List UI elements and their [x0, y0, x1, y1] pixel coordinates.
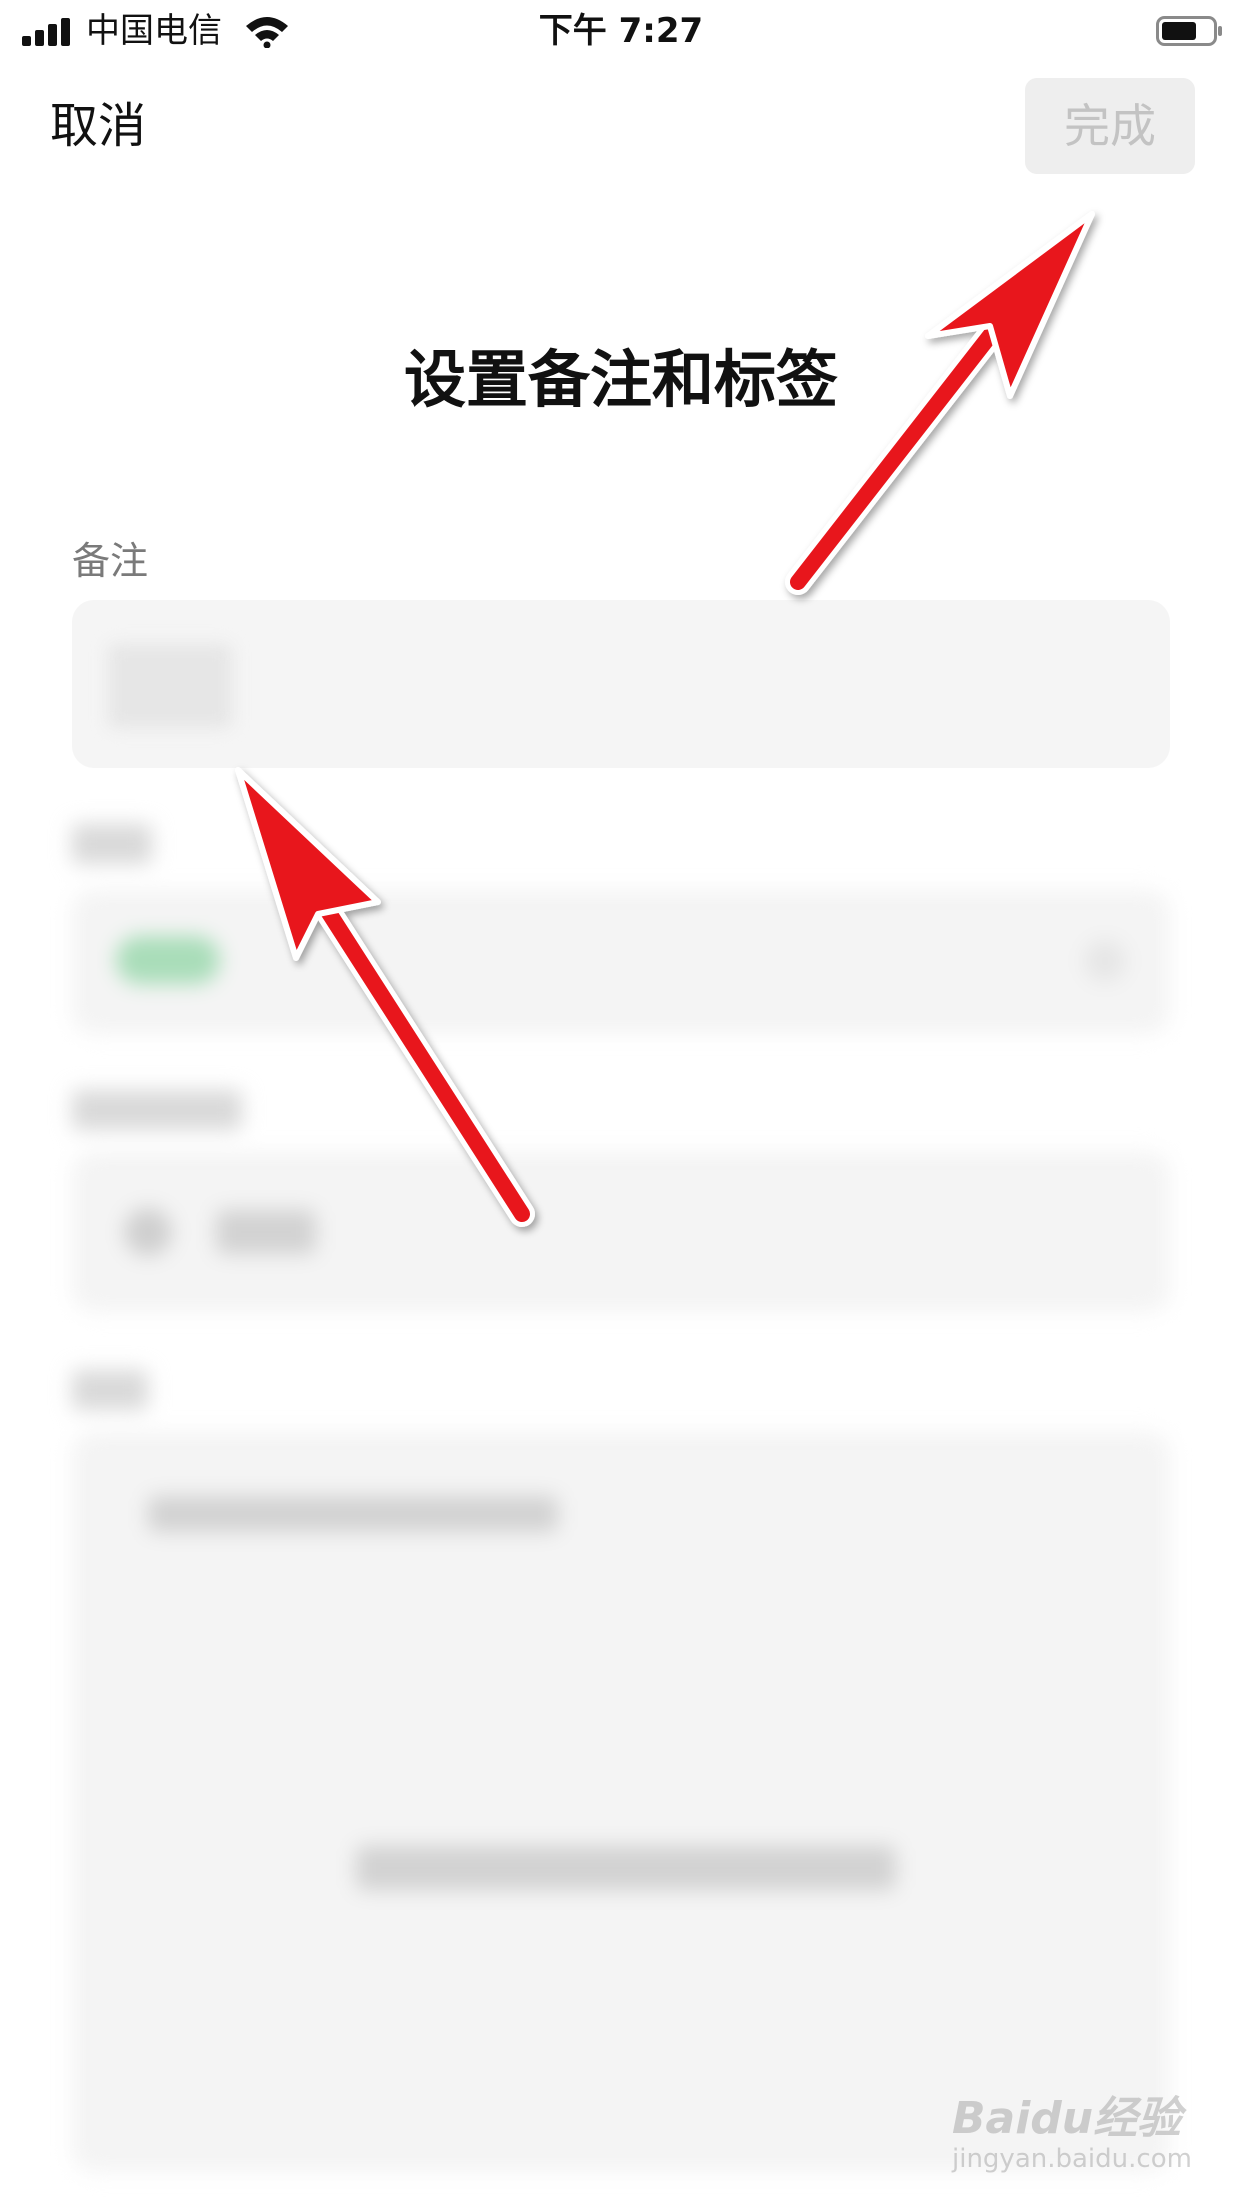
phone-label-blurred [72, 1090, 242, 1130]
tag-chip[interactable] [116, 936, 220, 984]
baidu-watermark: Baidu经验 jingyan.baidu.com [952, 2082, 1202, 2182]
cancel-button[interactable]: 取消 [50, 96, 146, 156]
done-button[interactable]: 完成 [1025, 78, 1195, 174]
watermark-main: Baidu经验 [952, 2093, 1182, 2144]
watermark-url: jingyan.baidu.com [952, 2144, 1192, 2174]
description-label-blurred [72, 1370, 148, 1410]
status-bar: 中国电信 下午 7:27 [0, 0, 1242, 60]
remark-value-blurred [108, 644, 232, 728]
set-remark-page: 中国电信 下午 7:27 取消 完成 设置备注和标签 备注 Baidu经验 ji… [0, 0, 1242, 2208]
battery-icon [1156, 16, 1222, 46]
description-field[interactable] [72, 1432, 1170, 2172]
page-title: 设置备注和标签 [403, 343, 838, 416]
description-placeholder-blurred [148, 1496, 558, 1532]
chevron-right-icon [1084, 940, 1126, 982]
remark-label: 备注 [72, 539, 149, 583]
phone-text-blurred [216, 1210, 316, 1254]
tags-label-blurred [72, 824, 152, 864]
status-time: 下午 7:27 [538, 11, 704, 51]
tags-field[interactable] [72, 890, 1170, 1034]
remark-input[interactable] [72, 600, 1170, 768]
add-phone-icon[interactable] [124, 1208, 172, 1256]
add-photo-text-blurred[interactable] [356, 1846, 896, 1890]
